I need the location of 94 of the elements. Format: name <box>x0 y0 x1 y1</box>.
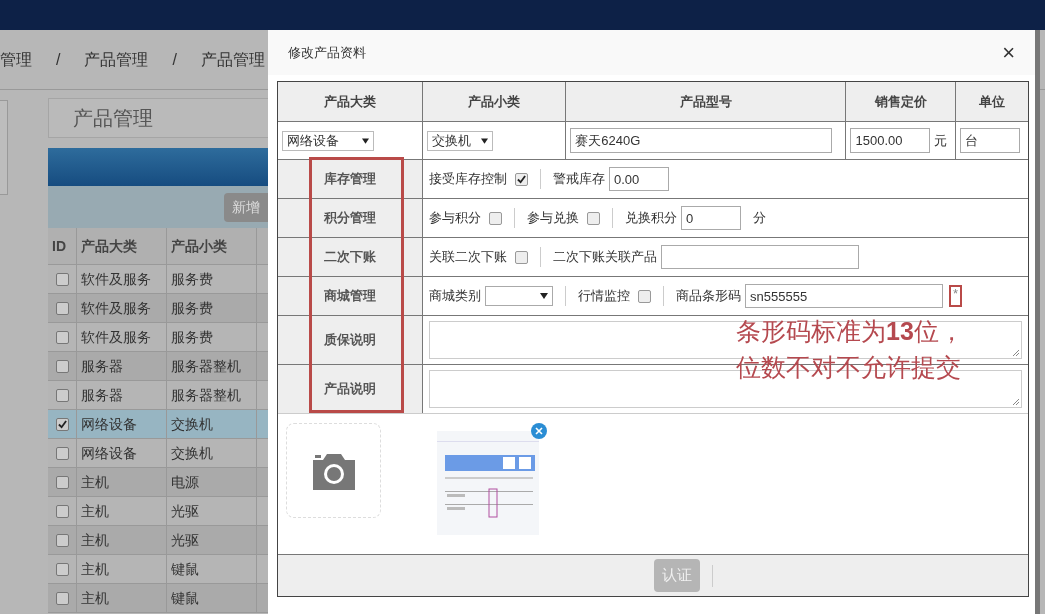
checkbox[interactable] <box>515 250 528 264</box>
column-header: 产品型号 <box>566 82 847 121</box>
table-cell: 网络设备 <box>77 410 167 438</box>
table-cell: 主机 <box>77 555 167 583</box>
checkbox[interactable] <box>55 301 69 315</box>
input-field[interactable]: 0.00 <box>609 167 669 191</box>
column-header: 销售定价 <box>846 82 957 121</box>
check-icon <box>57 419 67 429</box>
table-cell: 服务费 <box>167 294 257 322</box>
field-label: 兑换积分 <box>625 209 677 228</box>
checkbox-label: 参与积分 <box>429 209 481 228</box>
field-label: 二次下账关联产品 <box>553 248 657 267</box>
dropdown[interactable]: 交换机 <box>426 130 493 151</box>
unit-label: 分 <box>753 209 766 228</box>
checkbox[interactable] <box>489 211 502 225</box>
table-cell: 电源 <box>167 468 257 496</box>
section-label: 商城管理 <box>278 277 423 315</box>
table-cell: 光驱 <box>167 497 257 525</box>
checkbox[interactable] <box>515 172 528 186</box>
checkbox[interactable] <box>638 289 651 303</box>
breadcrumb-link[interactable]: 产品管理 <box>84 47 149 72</box>
checkbox[interactable] <box>55 591 69 605</box>
section-label: 库存管理 <box>278 160 423 198</box>
price-field[interactable]: 1500.00 <box>850 128 931 153</box>
required-mark: * <box>949 285 963 307</box>
checkbox[interactable] <box>55 562 69 576</box>
input-field[interactable]: sn555555 <box>745 284 943 308</box>
checkbox[interactable] <box>55 533 69 547</box>
table-cell: 服务器整机 <box>167 381 257 409</box>
currency-label: 元 <box>934 131 948 150</box>
checkbox[interactable] <box>55 359 69 373</box>
table-cell: 交换机 <box>167 439 257 467</box>
breadcrumb-separator: / <box>56 49 61 70</box>
table-cell: 服务费 <box>167 323 257 351</box>
dropdown[interactable] <box>485 286 553 306</box>
column-header: 产品小类 <box>422 82 567 121</box>
column-header: ID <box>48 228 77 264</box>
section-label: 二次下账 <box>278 238 423 276</box>
breadcrumb-separator: / <box>172 49 177 70</box>
table-cell: 服务费 <box>167 265 257 293</box>
table-cell: 键鼠 <box>167 555 257 583</box>
table-cell: 软件及服务 <box>77 294 167 322</box>
column-header: 产品大类 <box>77 228 167 264</box>
close-button[interactable]: × <box>1002 41 1015 64</box>
checkbox[interactable] <box>55 446 69 460</box>
resize-handle-icon <box>1012 398 1019 405</box>
table-cell: 主机 <box>77 497 167 525</box>
table-cell: 光驱 <box>167 526 257 554</box>
checkbox-label: 参与兑换 <box>527 209 579 228</box>
checkbox-label: 关联二次下账 <box>429 248 507 267</box>
model-field[interactable]: 赛天6240G <box>570 128 833 153</box>
input-field[interactable] <box>661 245 859 269</box>
section-label: 积分管理 <box>278 199 423 237</box>
column-header: 产品小类 <box>167 228 257 264</box>
table-cell: 网络设备 <box>77 439 167 467</box>
breadcrumb-link[interactable]: 产品管理 <box>200 47 265 72</box>
field-label: 商城类别 <box>429 287 481 306</box>
checkbox[interactable] <box>55 475 69 489</box>
checkbox[interactable] <box>55 417 69 431</box>
checkbox[interactable] <box>55 272 69 286</box>
check-icon <box>517 174 526 184</box>
checkbox[interactable] <box>55 330 69 344</box>
breadcrumb-link[interactable]: 管理 <box>0 47 32 72</box>
checkbox-label: 行情监控 <box>578 287 630 306</box>
caret-icon <box>480 137 488 144</box>
table-cell: 主机 <box>77 584 167 612</box>
table-cell: 键鼠 <box>167 584 257 612</box>
dialog-title: 修改产品资料 <box>288 43 366 62</box>
column-header: 产品大类 <box>278 82 423 121</box>
section-label: 质保说明 <box>278 316 423 364</box>
checkbox[interactable] <box>55 504 69 518</box>
table-cell: 软件及服务 <box>77 323 167 351</box>
column-header: 单位 <box>978 92 1007 111</box>
remove-image-icon[interactable] <box>531 423 547 439</box>
resize-handle-icon <box>1012 349 1019 356</box>
caret-icon <box>362 137 369 144</box>
section-label: 产品说明 <box>278 365 423 413</box>
table-cell: 服务器 <box>77 352 167 380</box>
table-cell: 交换机 <box>167 410 257 438</box>
input-field[interactable]: 0 <box>681 206 741 230</box>
field-label: 商品条形码 <box>676 287 741 306</box>
table-cell: 主机 <box>77 526 167 554</box>
checkbox-label: 接受库存控制 <box>429 170 507 189</box>
table-cell: 软件及服务 <box>77 265 167 293</box>
table-cell: 主机 <box>77 468 167 496</box>
table-cell: 服务器 <box>77 381 167 409</box>
unit-field[interactable]: 台 <box>960 128 1021 153</box>
image-upload-box[interactable] <box>286 423 381 518</box>
checkbox[interactable] <box>587 211 600 225</box>
checkbox[interactable] <box>55 388 69 402</box>
caret-icon <box>540 293 548 299</box>
dropdown[interactable]: 网络设备 <box>282 130 374 151</box>
table-cell: 服务器整机 <box>167 352 257 380</box>
field-label: 警戒库存 <box>553 170 605 189</box>
